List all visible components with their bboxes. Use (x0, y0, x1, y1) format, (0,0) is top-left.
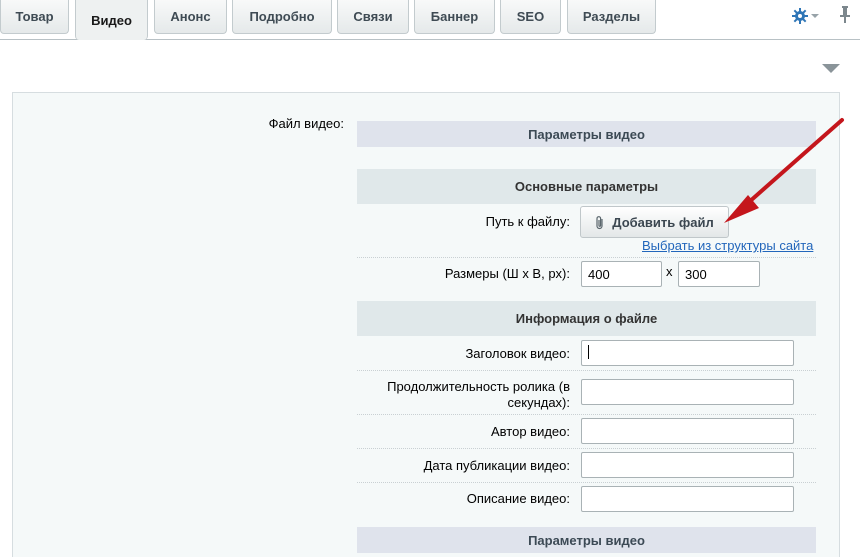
section-basic-params: Основные параметры (357, 169, 816, 204)
section-video-params-bottom: Параметры видео (357, 527, 816, 553)
settings-button[interactable] (792, 6, 820, 26)
title-label: Заголовок видео: (465, 346, 570, 361)
tab-seo[interactable]: SEO (500, 0, 561, 34)
path-label: Путь к файлу: (485, 214, 570, 229)
size-label: Размеры (Ш х В, px): (444, 266, 570, 281)
gear-icon (792, 8, 808, 24)
row-divider (357, 414, 816, 415)
date-input[interactable] (581, 452, 794, 478)
chevron-down-icon (811, 14, 819, 18)
tab-details[interactable]: Подробно (232, 0, 332, 34)
date-label: Дата публикации видео: (423, 458, 570, 473)
paperclip-icon (596, 215, 603, 229)
tab-bar: Товар Видео Анонс Подробно Связи Баннер … (0, 0, 860, 40)
row-divider (357, 257, 816, 258)
row-divider (357, 482, 816, 483)
tab-product[interactable]: Товар (0, 0, 69, 34)
height-input[interactable] (678, 261, 760, 287)
duration-label-line1: Продолжительность ролика (в (387, 379, 570, 394)
tab-announcement[interactable]: Анонс (154, 0, 227, 34)
author-label: Автор видео: (491, 424, 570, 439)
text-cursor (588, 345, 589, 359)
collapse-toggle-icon[interactable] (822, 62, 840, 74)
row-divider (357, 448, 816, 449)
tab-links[interactable]: Связи (337, 0, 409, 34)
pin-button[interactable] (838, 5, 852, 25)
title-input[interactable] (581, 340, 794, 366)
width-input[interactable] (581, 261, 662, 287)
file-video-label: Файл видео: (268, 116, 344, 131)
add-file-label: Добавить файл (612, 214, 714, 230)
select-from-site-link[interactable]: Выбрать из структуры сайта (642, 238, 813, 253)
section-video-params: Параметры видео (357, 121, 816, 147)
duration-label-line2: секундах): (507, 395, 571, 410)
duration-label: Продолжительность ролика (в секундах): (358, 379, 570, 411)
author-input[interactable] (581, 418, 794, 444)
size-separator: х (666, 264, 673, 279)
duration-input[interactable] (581, 379, 794, 405)
section-file-info: Информация о файле (357, 301, 816, 336)
pin-icon (840, 6, 850, 23)
tab-banner[interactable]: Баннер (414, 0, 495, 34)
add-file-button[interactable]: Добавить файл (580, 206, 729, 238)
tab-video[interactable]: Видео (75, 0, 148, 40)
row-divider (357, 370, 816, 371)
tab-sections[interactable]: Разделы (567, 0, 656, 34)
description-input[interactable] (581, 486, 794, 512)
description-label: Описание видео: (466, 491, 570, 506)
